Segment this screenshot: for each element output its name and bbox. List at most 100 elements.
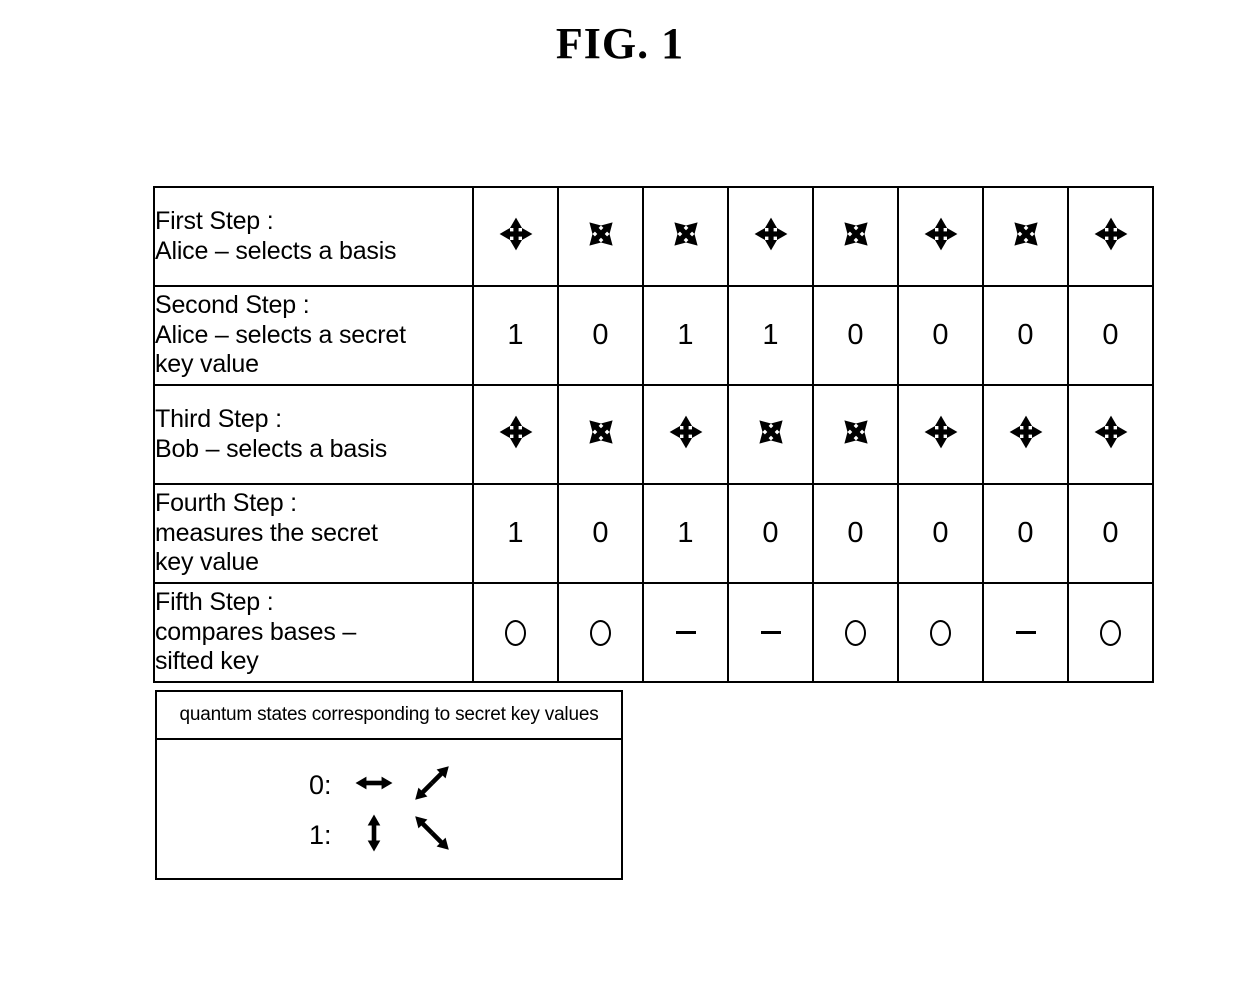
bit-value: 0 (1102, 517, 1119, 549)
rectilinear-basis-icon (921, 214, 961, 259)
bit-cell: 0 (897, 483, 984, 584)
table-row: Second Step : Alice – selects a secret k… (153, 285, 1154, 386)
table-body: First Step : Alice – selects a basis Seco… (153, 186, 1154, 683)
rectilinear-basis-icon (666, 412, 706, 457)
diagonal-basis-icon (836, 214, 876, 259)
diagonal-down-arrow-icon (411, 812, 453, 859)
rectilinear-basis-icon (1091, 214, 1131, 259)
match-circle-icon (505, 619, 526, 646)
bit-value: 0 (762, 517, 779, 549)
diagonal-basis-icon (581, 214, 621, 259)
bit-value: 1 (677, 517, 694, 549)
basis-cell-diagonal (812, 384, 899, 485)
basis-cell-rectilinear (897, 384, 984, 485)
match-cell-dash (982, 582, 1069, 683)
step-label-third-step: Third Step : Bob – selects a basis (153, 384, 474, 485)
bit-value: 0 (1017, 319, 1034, 351)
bit-cell: 0 (897, 285, 984, 386)
basis-cell-rectilinear (897, 186, 984, 287)
diagonal-up-arrow-icon (411, 762, 453, 809)
match-circle-icon (1100, 619, 1121, 646)
basis-cell-diagonal (982, 186, 1069, 287)
rectilinear-basis-icon (496, 412, 536, 457)
basis-cell-diagonal (727, 384, 814, 485)
legend-entry: 0: (309, 762, 469, 809)
bit-cell: 0 (727, 483, 814, 584)
match-cell-circle (557, 582, 644, 683)
table-row: Fourth Step : measures the secret key va… (153, 483, 1154, 584)
discard-dash-icon (1015, 630, 1036, 634)
legend-key-value: 0: (309, 770, 332, 800)
diagonal-basis-icon (581, 412, 621, 457)
bit-cell: 0 (557, 285, 644, 386)
horizontal-arrow-icon (353, 762, 395, 809)
legend-title: quantum states corresponding to secret k… (157, 692, 621, 740)
vertical-arrow-icon (353, 812, 395, 859)
bit-value: 0 (592, 319, 609, 351)
diagonal-basis-icon (751, 412, 791, 457)
bit-value: 0 (847, 517, 864, 549)
match-cell-circle (897, 582, 984, 683)
step-label-first-step: First Step : Alice – selects a basis (153, 186, 474, 287)
rectilinear-basis-icon (921, 412, 961, 457)
basis-cell-rectilinear (642, 384, 729, 485)
bit-value: 1 (677, 319, 694, 351)
discard-dash-icon (675, 630, 696, 634)
match-cell-dash (727, 582, 814, 683)
match-cell-circle (472, 582, 559, 683)
rectilinear-basis-icon (1091, 412, 1131, 457)
basis-cell-diagonal (557, 384, 644, 485)
basis-cell-rectilinear (1067, 186, 1154, 287)
step-label-second-step: Second Step : Alice – selects a secret k… (153, 285, 474, 386)
bit-cell: 1 (642, 285, 729, 386)
diagonal-basis-icon (836, 412, 876, 457)
table-row: Fifth Step : compares bases – sifted key (153, 582, 1154, 683)
bit-cell: 1 (642, 483, 729, 584)
bit-cell: 0 (982, 483, 1069, 584)
match-cell-circle (812, 582, 899, 683)
bit-value: 0 (1102, 319, 1119, 351)
step-label-fourth-step: Fourth Step : measures the secret key va… (153, 483, 474, 584)
basis-cell-diagonal (642, 186, 729, 287)
match-cell-dash (642, 582, 729, 683)
basis-cell-diagonal (557, 186, 644, 287)
bit-cell: 0 (557, 483, 644, 584)
diagonal-basis-icon (666, 214, 706, 259)
rectilinear-basis-icon (751, 214, 791, 259)
match-circle-icon (590, 619, 611, 646)
bit-cell: 0 (1067, 285, 1154, 386)
rectilinear-basis-icon (496, 214, 536, 259)
legend-box: quantum states corresponding to secret k… (155, 690, 623, 880)
step-label-fifth-step: Fifth Step : compares bases – sifted key (153, 582, 474, 683)
bit-value: 1 (507, 517, 524, 549)
bit-cell: 0 (1067, 483, 1154, 584)
bit-cell: 0 (982, 285, 1069, 386)
table-row: First Step : Alice – selects a basis (153, 186, 1154, 287)
bit-cell: 0 (812, 285, 899, 386)
legend-entry: 1: (309, 812, 469, 859)
basis-cell-rectilinear (472, 186, 559, 287)
bit-value: 0 (932, 517, 949, 549)
rectilinear-basis-icon (1006, 412, 1046, 457)
page-title: FIG. 1 (555, 19, 685, 68)
basis-cell-diagonal (812, 186, 899, 287)
bit-value: 0 (1017, 517, 1034, 549)
bit-cell: 1 (727, 285, 814, 386)
basis-cell-rectilinear (472, 384, 559, 485)
bit-cell: 1 (472, 285, 559, 386)
bit-value: 0 (592, 517, 609, 549)
match-circle-icon (845, 619, 866, 646)
diagonal-basis-icon (1006, 214, 1046, 259)
basis-cell-rectilinear (982, 384, 1069, 485)
bit-value: 1 (762, 319, 779, 351)
legend-body: 0: 1: (157, 740, 621, 880)
bit-value: 1 (507, 319, 524, 351)
bb84-protocol-table: First Step : Alice – selects a basis Seco… (153, 186, 1154, 683)
bit-cell: 1 (472, 483, 559, 584)
bit-cell: 0 (812, 483, 899, 584)
match-circle-icon (930, 619, 951, 646)
bit-value: 0 (847, 319, 864, 351)
match-cell-circle (1067, 582, 1154, 683)
basis-cell-rectilinear (1067, 384, 1154, 485)
basis-cell-rectilinear (727, 186, 814, 287)
